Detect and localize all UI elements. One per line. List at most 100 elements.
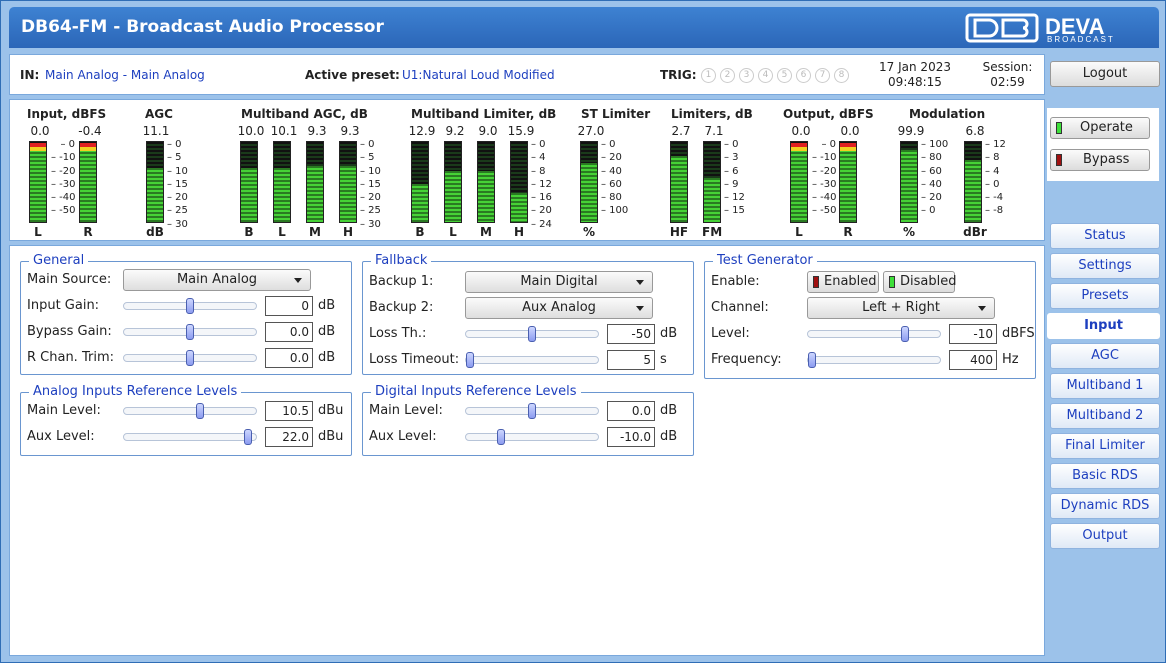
input-gain-field[interactable]: 0	[265, 296, 313, 316]
slider-knob[interactable]	[528, 326, 536, 342]
backup2-select[interactable]: Aux Analog	[465, 297, 653, 319]
loss-threshold-field[interactable]: -50	[607, 324, 655, 344]
nav-multiband-1[interactable]: Multiband 1	[1050, 373, 1160, 399]
meter-title-mb-limiter: Multiband Limiter, dB	[411, 107, 557, 121]
r-chan-trim-slider[interactable]	[123, 350, 257, 366]
scale-tick: – -30	[51, 178, 76, 190]
frequency-label: Frequency:	[711, 352, 782, 367]
scale-tick: – 0	[601, 139, 616, 150]
logout-button[interactable]: Logout	[1050, 61, 1160, 87]
enabled-button[interactable]: Enabled	[807, 271, 879, 293]
scale-tick: – 3	[724, 152, 739, 164]
red-led-icon	[1056, 154, 1062, 166]
meter-bar	[670, 141, 688, 223]
date: 17 Jan 2023	[879, 60, 951, 74]
nav-output[interactable]: Output	[1050, 523, 1160, 549]
slider-knob[interactable]	[901, 326, 909, 342]
scale-tick: – 15	[167, 178, 188, 190]
trig-6[interactable]: 6	[796, 68, 811, 83]
operate-label: Operate	[1080, 120, 1133, 135]
loss-timeout-slider[interactable]	[465, 352, 599, 368]
scale-tick: – -8	[985, 205, 1004, 217]
operate-button[interactable]: Operate	[1050, 117, 1150, 139]
scale-tick: – 20	[531, 205, 552, 217]
slider-knob[interactable]	[528, 403, 536, 419]
disabled-button[interactable]: Disabled	[883, 271, 956, 293]
loss-threshold-slider[interactable]	[465, 326, 599, 342]
backup1-select[interactable]: Main Digital	[465, 271, 653, 293]
analog-main-level-label: Main Level:	[27, 403, 101, 418]
nav-status[interactable]: Status	[1050, 223, 1160, 249]
meter-bar	[580, 141, 598, 223]
trig-5[interactable]: 5	[777, 68, 792, 83]
channel-select[interactable]: Left + Right	[807, 297, 995, 319]
trig-3[interactable]: 3	[739, 68, 754, 83]
analog-main-level-slider[interactable]	[123, 403, 257, 419]
meter-scale: – 0 – 20– 40– 60 – 80– 100	[601, 138, 628, 218]
meter-scale: – 0 – -10– -20– -30 – -40– -50	[812, 138, 837, 218]
slider-knob[interactable]	[244, 429, 253, 445]
frequency-slider[interactable]	[807, 352, 941, 368]
r-chan-trim-field[interactable]: 0.0	[265, 348, 313, 368]
scale-tick: – 6	[724, 165, 739, 177]
nav-dynamic-rds[interactable]: Dynamic RDS	[1050, 493, 1160, 519]
slider-knob[interactable]	[466, 352, 474, 368]
nav-multiband-2[interactable]: Multiband 2	[1050, 403, 1160, 429]
level-slider[interactable]	[807, 326, 941, 342]
meter-label: R	[83, 225, 93, 239]
trig-8[interactable]: 8	[834, 68, 849, 83]
time: 09:48:15	[888, 75, 942, 89]
trig-4[interactable]: 4	[758, 68, 773, 83]
bypass-gain-field[interactable]: 0.0	[265, 322, 313, 342]
main-source-select[interactable]: Main Analog	[123, 269, 311, 291]
digital-aux-level-slider[interactable]	[465, 429, 599, 445]
meter-label: %	[902, 225, 916, 239]
frequency-field[interactable]: 400	[949, 350, 997, 370]
scale-tick: – 0	[167, 139, 182, 150]
nav-presets[interactable]: Presets	[1050, 283, 1160, 309]
slider-knob[interactable]	[186, 298, 194, 314]
scale-tick: – 60	[601, 178, 622, 190]
slider-knob[interactable]	[808, 352, 816, 368]
input-gain-slider[interactable]	[123, 298, 257, 314]
slider-knob[interactable]	[186, 350, 194, 366]
logout-label: Logout	[1082, 66, 1128, 81]
meter-value: 6.8	[965, 124, 985, 138]
trig-7[interactable]: 7	[815, 68, 830, 83]
nav-settings[interactable]: Settings	[1050, 253, 1160, 279]
meter-bar	[411, 141, 429, 223]
meter-title-st-limiter: ST Limiter	[581, 107, 651, 121]
slider-knob[interactable]	[195, 403, 204, 419]
meter-value: 2.7	[671, 124, 691, 138]
meter-scale: – 12 – 8– 4– 0 – -4– -8	[985, 138, 1006, 218]
scale-tick: – -30	[812, 178, 837, 190]
nav-final-limiter[interactable]: Final Limiter	[1050, 433, 1160, 459]
analog-aux-level-slider[interactable]	[123, 429, 257, 445]
digital-aux-level-field[interactable]: -10.0	[607, 427, 655, 447]
unit: dB	[318, 298, 336, 313]
nav-agc[interactable]: AGC	[1050, 343, 1160, 369]
scale-tick: – -10	[51, 152, 76, 164]
trig-1[interactable]: 1	[701, 68, 716, 83]
session-value: 02:59	[990, 75, 1025, 89]
analog-aux-level-field[interactable]: 22.0	[265, 427, 313, 447]
nav-basic-rds[interactable]: Basic RDS	[1050, 463, 1160, 489]
trig-2[interactable]: 2	[720, 68, 735, 83]
digital-main-level-slider[interactable]	[465, 403, 599, 419]
test-generator-group: Test Generator Enable: Enabled Disabled …	[704, 253, 1036, 379]
bypass-button[interactable]: Bypass	[1050, 149, 1150, 171]
digital-main-level-field[interactable]: 0.0	[607, 401, 655, 421]
level-field[interactable]: -10	[949, 324, 997, 344]
scale-tick: – 12	[724, 192, 745, 204]
scale-tick: – 8	[985, 152, 1000, 164]
scale-tick: – 60	[921, 165, 942, 177]
slider-knob[interactable]	[186, 324, 194, 340]
loss-threshold-label: Loss Th.:	[369, 326, 427, 341]
meter-label: M	[480, 225, 492, 239]
slider-knob[interactable]	[497, 429, 505, 445]
bypass-gain-slider[interactable]	[123, 324, 257, 340]
meter-scale: – 0 – 5– 10– 15 – 20– 25– 30	[167, 138, 188, 231]
loss-timeout-field[interactable]: 5	[607, 350, 655, 370]
analog-main-level-field[interactable]: 10.5	[265, 401, 313, 421]
nav-input[interactable]: Input	[1047, 313, 1160, 339]
